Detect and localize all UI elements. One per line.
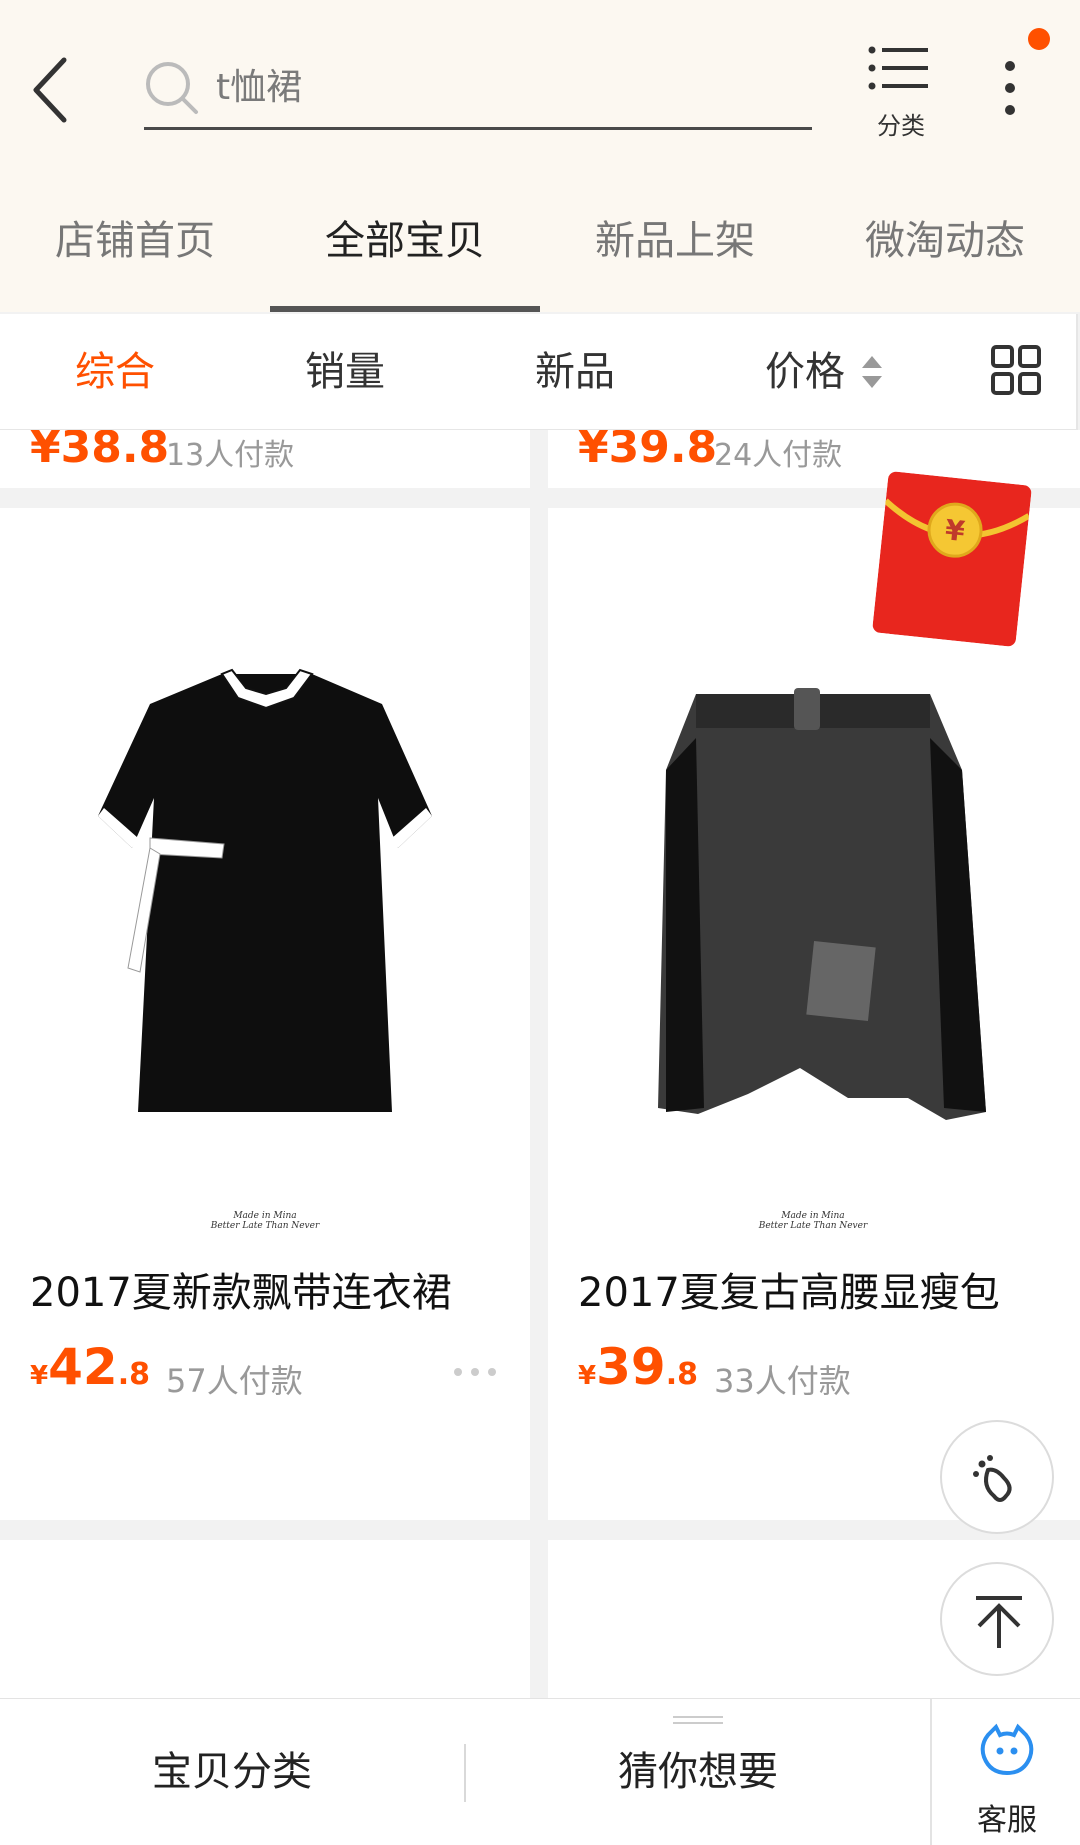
svg-text:Made in Mina: Made in Mina [780, 1211, 844, 1221]
red-packet-icon[interactable]: ¥ [872, 471, 1032, 647]
tab-new-arrivals[interactable]: 新品上架 [540, 200, 810, 312]
sort-sales[interactable]: 销量 [270, 314, 420, 430]
back-arrow-icon [33, 57, 67, 123]
bottom-bar: 宝贝分类 猜你想要 客服 [0, 1698, 1080, 1845]
svg-text:Better Late Than Never: Better Late Than Never [758, 1221, 868, 1231]
guess-you-like-button[interactable]: 猜你想要 [466, 1699, 930, 1845]
product-image-dress: Made in Mina Better Late Than Never [0, 508, 530, 1238]
app-root: t恤裙 分类 店铺首页 全部宝贝 新品上架 微淘动态 ¥38.8 13人付款 ¥… [0, 0, 1080, 1845]
sort-price[interactable]: 价格 [730, 314, 880, 430]
chat-bot-icon [980, 1723, 1034, 1776]
more-dots-icon[interactable] [452, 1366, 498, 1378]
item-categories-button[interactable]: 宝贝分类 [0, 1699, 464, 1845]
search-icon [146, 62, 198, 114]
product-price: ¥39.8 [578, 1338, 698, 1396]
sort-arrows-icon [862, 356, 882, 388]
svg-text:Made in Mina: Made in Mina [232, 1211, 296, 1221]
customer-service-button[interactable]: 客服 [930, 1699, 1080, 1845]
sort-newest[interactable]: 新品 [500, 314, 650, 430]
list-icon [868, 46, 928, 90]
category-label: 分类 [877, 112, 925, 140]
notification-dot [1028, 28, 1050, 50]
service-label: 客服 [977, 1803, 1037, 1838]
more-vertical-icon [1005, 61, 1015, 115]
back-to-top-button[interactable] [940, 1562, 1054, 1676]
search-query: t恤裙 [216, 67, 303, 108]
tab-weitao[interactable]: 微淘动态 [810, 200, 1080, 312]
product-card-partial[interactable]: ¥39.8 24人付款 [548, 422, 1080, 488]
active-tab-indicator [270, 306, 540, 312]
price-decimal: .8 [117, 1357, 150, 1392]
store-tabs: 店铺首页 全部宝贝 新品上架 微淘动态 [0, 200, 1080, 312]
svg-text:¥: ¥ [944, 513, 967, 548]
sort-comprehensive[interactable]: 综合 [40, 314, 190, 430]
currency-symbol: ¥ [30, 1361, 49, 1391]
price-integer: 39 [596, 1338, 666, 1396]
product-card[interactable]: Made in Mina Better Late Than Never 2017… [0, 508, 530, 1520]
svg-text:Better Late Than Never: Better Late Than Never [210, 1221, 320, 1231]
price-decimal: .8 [665, 1357, 698, 1392]
category-button[interactable]: 分类 [860, 42, 942, 142]
grid-view-icon[interactable] [990, 344, 1042, 396]
sales-count: 57人付款 [166, 1362, 303, 1400]
sort-bar: 综合 销量 新品 价格 [0, 314, 1078, 430]
header: t恤裙 分类 店铺首页 全部宝贝 新品上架 微淘动态 [0, 0, 1080, 312]
product-title: 2017夏新款飘带连衣裙 [30, 1270, 452, 1316]
sales-count: 13人付款 [166, 438, 295, 473]
product-card[interactable]: Made in Mina Better Late Than Never 2017… [548, 508, 1080, 1520]
footprint-icon [973, 1455, 1012, 1502]
sales-count: 24人付款 [714, 438, 843, 473]
currency-symbol: ¥ [578, 1361, 597, 1391]
search-input[interactable]: t恤裙 [144, 54, 812, 130]
product-title: 2017夏复古高腰显瘦包 [578, 1270, 1000, 1316]
product-price: ¥42.8 [30, 1338, 150, 1396]
product-card-partial[interactable] [0, 1540, 530, 1700]
footprint-button[interactable] [940, 1420, 1054, 1534]
price-integer: 42 [48, 1338, 118, 1396]
sales-count: 33人付款 [714, 1362, 851, 1400]
tab-all-items[interactable]: 全部宝贝 [270, 200, 540, 312]
arrow-up-icon [976, 1596, 1022, 1648]
more-menu-button[interactable] [990, 58, 1030, 118]
tab-store-home[interactable]: 店铺首页 [0, 200, 270, 312]
product-card-partial[interactable]: ¥38.8 13人付款 [0, 422, 530, 488]
back-button[interactable] [30, 52, 78, 128]
